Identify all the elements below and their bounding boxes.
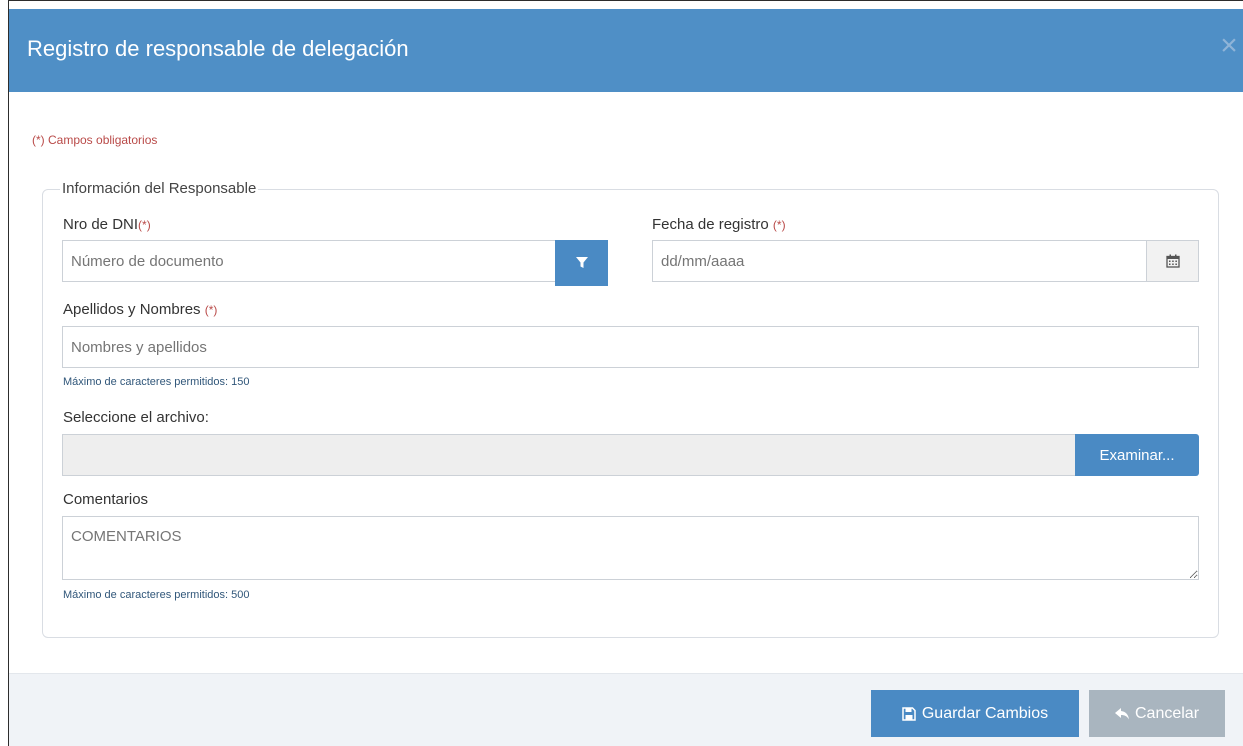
reply-arrow-icon <box>1114 707 1129 719</box>
save-button-label: Guardar Cambios <box>921 704 1049 722</box>
floppy-disk-icon <box>902 706 916 721</box>
calendar-button[interactable] <box>1146 240 1199 282</box>
save-button[interactable]: Guardar Cambios <box>871 690 1079 737</box>
required-note: (*) Campos obligatorios <box>32 133 158 147</box>
filter-icon <box>575 257 588 268</box>
browse-button[interactable]: Examinar... <box>1075 434 1199 476</box>
nombres-help: Máximo de caracteres permitidos: 150 <box>63 376 250 388</box>
calendar-icon <box>1165 254 1180 268</box>
fieldset-legend: Información del Responsable <box>60 180 259 197</box>
modal-header: Registro de responsable de delegación × <box>9 9 1243 92</box>
dni-label: Nro de DNI(*) <box>63 216 151 233</box>
comentarios-label: Comentarios <box>63 491 149 508</box>
nombres-input[interactable] <box>62 326 1199 368</box>
dni-filter-button[interactable] <box>555 240 608 286</box>
close-icon[interactable]: × <box>1214 31 1243 62</box>
cancel-button[interactable]: Cancelar <box>1089 690 1225 737</box>
cancel-button-label: Cancelar <box>1134 704 1200 722</box>
fecha-input[interactable] <box>652 240 1147 282</box>
fecha-label: Fecha de registro (*) <box>652 216 786 233</box>
comentarios-textarea[interactable] <box>62 516 1199 580</box>
nombres-label: Apellidos y Nombres (*) <box>63 301 218 318</box>
modal-title: Registro de responsable de delegación <box>27 36 409 61</box>
dni-input[interactable] <box>62 240 556 282</box>
archivo-display <box>62 434 1076 476</box>
comentarios-help: Máximo de caracteres permitidos: 500 <box>63 589 250 601</box>
archivo-label: Seleccione el archivo: <box>63 409 209 426</box>
